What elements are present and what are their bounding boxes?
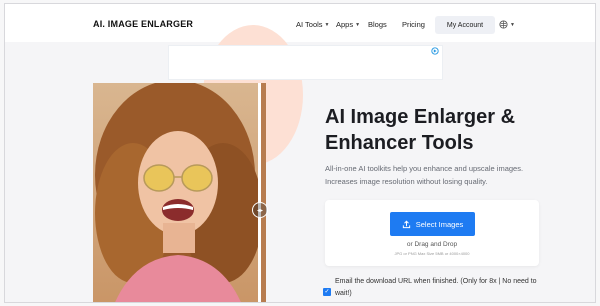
site-header: AI. IMAGE ENLARGER AI Tools ▼ Apps ▼ Blo… [5, 4, 595, 42]
upload-dropzone[interactable]: Select Images or Drag and Drop JPG or PN… [325, 200, 539, 266]
browser-frame: AI. IMAGE ENLARGER AI Tools ▼ Apps ▼ Blo… [4, 3, 596, 303]
nav-ai-tools[interactable]: AI Tools ▼ [296, 20, 330, 29]
language-selector[interactable]: ▼ [499, 20, 515, 29]
nav-ai-tools-label: AI Tools [296, 20, 323, 29]
chevron-down-icon: ▼ [355, 21, 361, 28]
comparison-divider[interactable] [258, 83, 261, 302]
select-images-button[interactable]: Select Images [390, 212, 475, 236]
upload-icon [402, 220, 410, 228]
adchoices-icon[interactable] [431, 47, 439, 55]
select-images-label: Select Images [415, 219, 464, 229]
upload-hint: JPG or PNG Max Size 5MB or 4000×4000 [394, 251, 470, 256]
drag-drop-text: or Drag and Drop [406, 241, 458, 248]
nav-pricing[interactable]: Pricing [402, 20, 425, 29]
portrait-illustration [93, 83, 266, 302]
my-account-button[interactable]: My Account [435, 16, 495, 34]
language-icon [499, 20, 508, 29]
chevron-down-icon: ▼ [324, 21, 330, 28]
email-option-text: Email the download URL when finished. (O… [335, 278, 537, 297]
comparison-slider-handle[interactable]: ◂▸ [252, 202, 268, 218]
email-option-checkbox[interactable]: ✓ [323, 288, 331, 296]
comparison-after-side [261, 83, 266, 302]
site-logo[interactable]: AI. IMAGE ENLARGER [93, 19, 193, 29]
ad-banner[interactable] [168, 45, 443, 80]
nav-pricing-label: Pricing [402, 20, 425, 29]
nav-blogs-label: Blogs [368, 20, 387, 29]
arrows-horizontal-icon: ◂▸ [256, 207, 264, 214]
hero-title: AI Image Enlarger & Enhancer Tools [325, 106, 516, 154]
sample-photo [93, 83, 266, 302]
nav-apps[interactable]: Apps ▼ [336, 20, 360, 29]
nav-apps-label: Apps [336, 20, 354, 29]
chevron-down-icon: ▼ [510, 21, 515, 28]
nav-blogs[interactable]: Blogs [368, 20, 387, 29]
hero-description: All-in-one AI toolkits help you enhance … [325, 164, 524, 186]
